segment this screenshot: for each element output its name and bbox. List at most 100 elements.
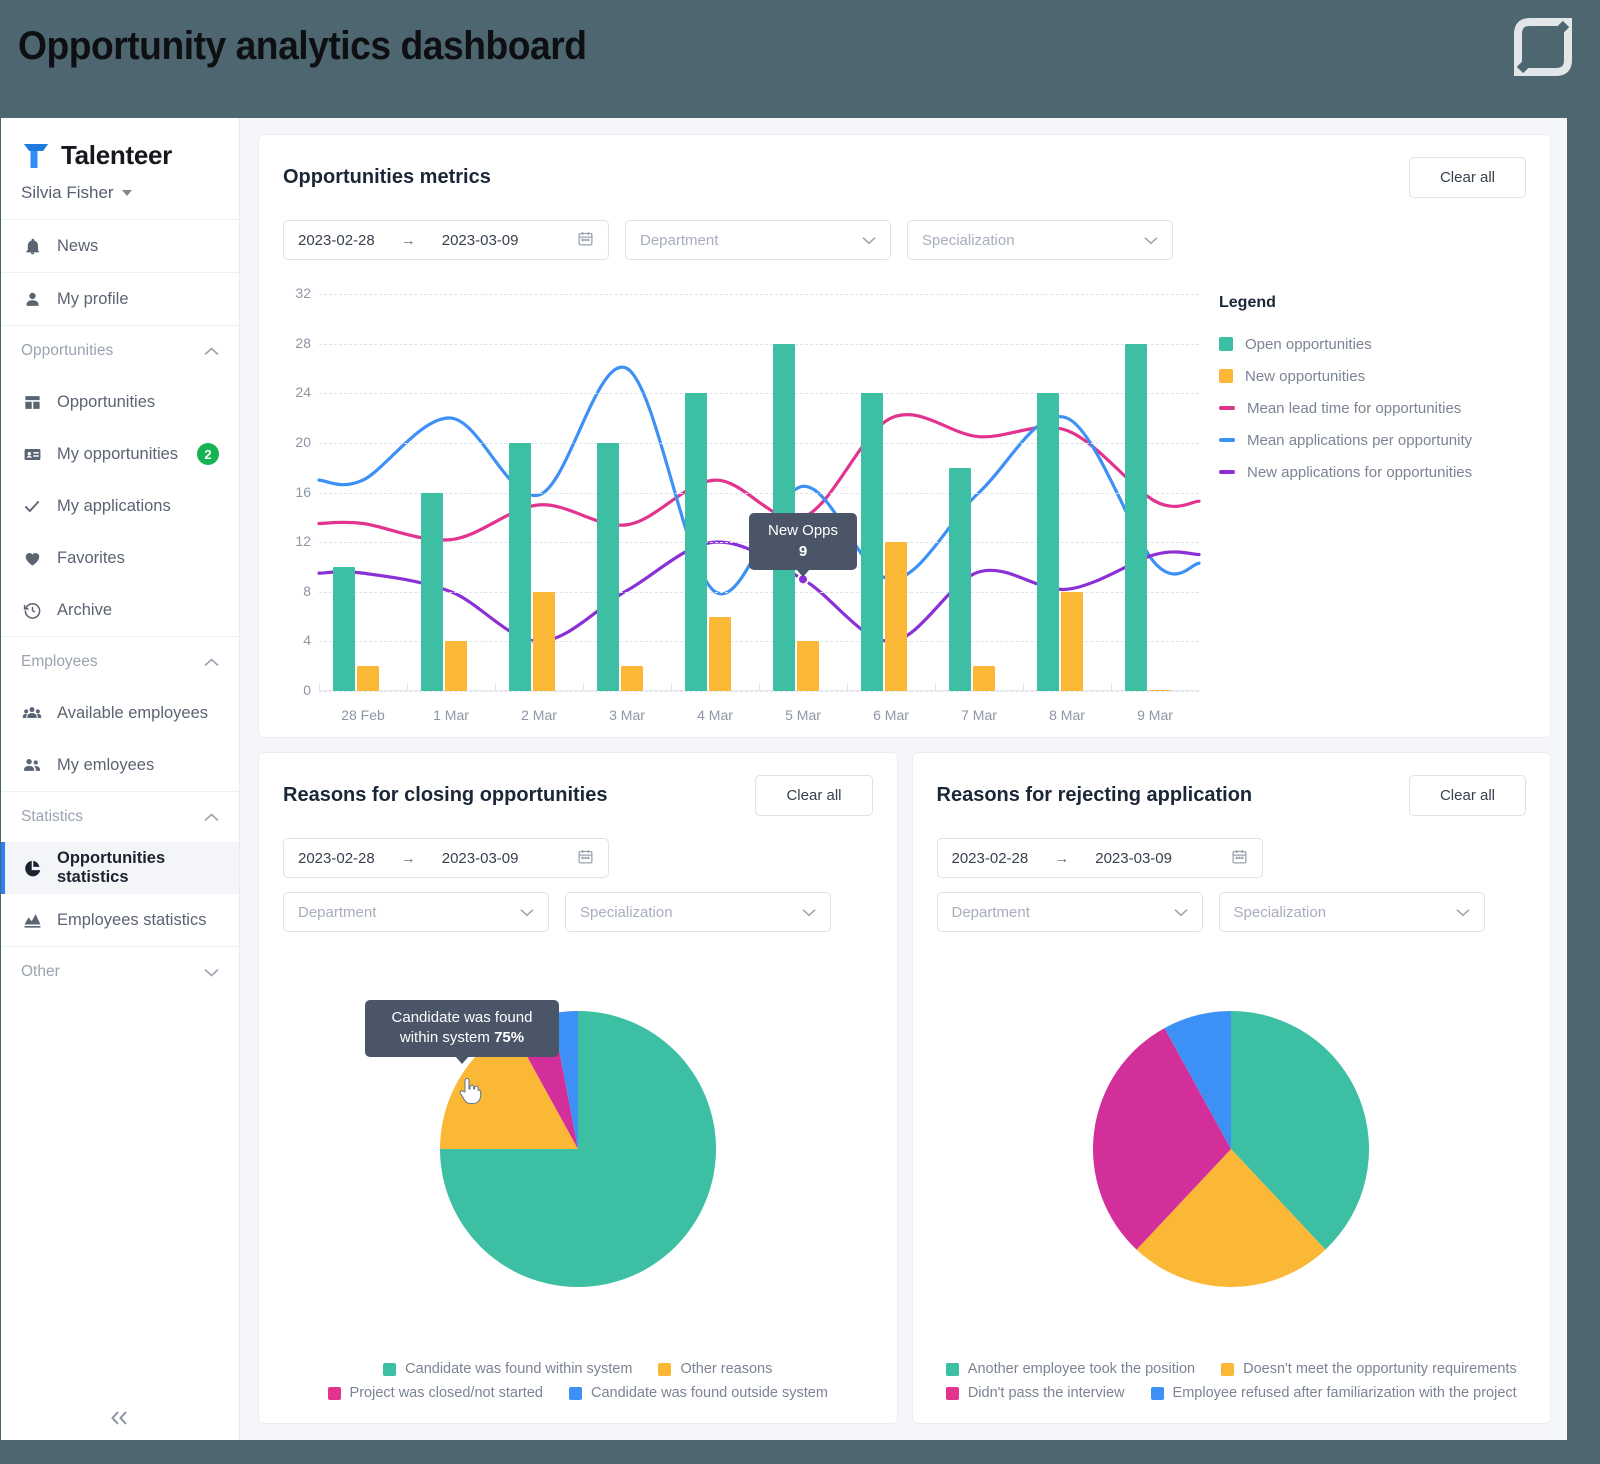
bar-new-opportunities[interactable] bbox=[1149, 690, 1171, 691]
department-select[interactable]: Department bbox=[283, 892, 549, 932]
leaf-logo-icon bbox=[1514, 18, 1572, 76]
y-axis-tick-label: 32 bbox=[295, 285, 311, 301]
date-to-value: 2023-03-09 bbox=[441, 231, 519, 249]
sidebar-item-available-employees[interactable]: Available employees bbox=[1, 687, 239, 739]
bar-open-opportunities[interactable] bbox=[949, 467, 971, 691]
specialization-select[interactable]: Specialization bbox=[1218, 892, 1485, 932]
legend-item[interactable]: Candidate was found outside system bbox=[568, 1385, 828, 1401]
sidebar-item-archive[interactable]: Archive bbox=[1, 584, 239, 636]
legend-item-mean-lead-time[interactable]: Mean lead time for opportunities bbox=[1219, 392, 1472, 424]
bar-new-opportunities[interactable] bbox=[445, 641, 467, 691]
department-select[interactable]: Department bbox=[625, 220, 891, 260]
chevron-down-icon bbox=[802, 904, 816, 921]
bar-new-opportunities[interactable] bbox=[973, 666, 995, 691]
legend-item[interactable]: Candidate was found within system bbox=[383, 1361, 632, 1377]
chart-gridline bbox=[319, 492, 1199, 494]
sidebar-item-label: Opportunities bbox=[57, 392, 156, 411]
legend-item[interactable]: Project was closed/not started bbox=[327, 1385, 543, 1401]
legend-item[interactable]: Another employee took the position bbox=[945, 1361, 1196, 1377]
x-axis-tick-label: 6 Mar bbox=[873, 707, 909, 723]
date-range-input[interactable]: 2023-02-28 → 2023-03-09 bbox=[283, 220, 609, 260]
check-icon bbox=[21, 495, 43, 517]
bar-open-opportunities[interactable] bbox=[1037, 393, 1059, 691]
sidebar-group-opportunities[interactable]: Opportunities bbox=[1, 326, 239, 376]
bar-new-opportunities[interactable] bbox=[357, 666, 379, 691]
sidebar-item-opportunities-statistics[interactable]: Opportunities statistics bbox=[1, 842, 239, 894]
sidebar-item-label: Opportunities statistics bbox=[57, 849, 166, 886]
date-range-input[interactable]: 2023-02-28 → 2023-03-09 bbox=[936, 838, 1263, 878]
clear-all-button[interactable]: Clear all bbox=[1408, 157, 1526, 198]
sidebar-collapse-button[interactable] bbox=[1, 1410, 239, 1426]
sidebar-group-statistics[interactable]: Statistics bbox=[1, 792, 239, 842]
sidebar-group-other[interactable]: Other bbox=[1, 947, 239, 997]
bar-new-opportunities[interactable] bbox=[621, 666, 643, 691]
date-from-value: 2023-02-28 bbox=[951, 849, 1029, 867]
clear-all-button[interactable]: Clear all bbox=[1408, 775, 1526, 816]
sidebar-item-my-applications[interactable]: My applications bbox=[1, 480, 239, 532]
sidebar-item-my-profile[interactable]: My profile bbox=[1, 273, 239, 326]
specialization-select[interactable]: Specialization bbox=[907, 220, 1173, 260]
legend-item-new-applications[interactable]: New applications for opportunities bbox=[1219, 456, 1472, 488]
bar-new-opportunities[interactable] bbox=[709, 616, 731, 691]
rejecting-filters: 2023-02-28 → 2023-03-09 Department Speci… bbox=[913, 816, 1551, 932]
brand[interactable]: Talenteer bbox=[21, 140, 219, 171]
date-arrow-icon: → bbox=[400, 849, 416, 867]
legend-item[interactable]: Doesn't meet the opportunity requirement… bbox=[1221, 1361, 1517, 1377]
sidebar-item-news[interactable]: News bbox=[1, 220, 239, 273]
opportunities-metrics-chart[interactable]: New Opps 9 32 28 24 20 16 12 8 4 0 28 Feb 1 Mar 2 M… bbox=[283, 276, 1201, 731]
sidebar-item-my-opportunities[interactable]: My opportunities 2 bbox=[1, 428, 239, 480]
legend-item[interactable]: Other reasons bbox=[658, 1361, 772, 1377]
specialization-select[interactable]: Specialization bbox=[565, 892, 831, 932]
y-axis-tick-label: 12 bbox=[295, 533, 311, 550]
heart-icon bbox=[21, 547, 43, 569]
x-axis-tick bbox=[583, 683, 584, 691]
legend-item-mean-applications[interactable]: Mean applications per opportunity bbox=[1219, 424, 1472, 456]
rejecting-pie-area[interactable] bbox=[913, 932, 1551, 1351]
bar-open-opportunities[interactable] bbox=[421, 492, 443, 691]
sidebar-item-label: Employees statistics bbox=[57, 910, 207, 929]
sidebar-item-employees-statistics[interactable]: Employees statistics bbox=[1, 894, 239, 946]
bar-open-opportunities[interactable] bbox=[685, 393, 707, 691]
sidebar-group-employees[interactable]: Employees bbox=[1, 637, 239, 687]
bar-open-opportunities[interactable] bbox=[597, 442, 619, 691]
x-axis-tick-label: 8 Mar bbox=[1049, 707, 1085, 723]
legend-label: Another employee took the position bbox=[967, 1361, 1196, 1377]
legend-item[interactable]: Employee refused after familiarization w… bbox=[1150, 1385, 1517, 1401]
sidebar-item-label: Archive bbox=[57, 600, 113, 619]
chevron-up-icon bbox=[204, 811, 219, 824]
bar-open-opportunities[interactable] bbox=[1125, 343, 1147, 691]
legend-item-new-opportunities[interactable]: New opportunities bbox=[1219, 360, 1472, 392]
bar-open-opportunities[interactable] bbox=[509, 442, 531, 691]
sidebar-group-label: Statistics bbox=[21, 808, 84, 825]
legend-item[interactable]: Didn't pass the interview bbox=[945, 1385, 1125, 1401]
date-range-input[interactable]: 2023-02-28 → 2023-03-09 bbox=[283, 838, 609, 878]
user-menu[interactable]: Silvia Fisher bbox=[21, 183, 219, 203]
sidebar-item-favorites[interactable]: Favorites bbox=[1, 532, 239, 584]
y-axis-tick-label: 28 bbox=[295, 334, 311, 351]
brand-name: Talenteer bbox=[61, 140, 172, 170]
bar-open-opportunities[interactable] bbox=[861, 393, 883, 691]
page-title: Opportunity analytics dashboard bbox=[18, 24, 587, 68]
card-header: Reasons for rejecting application Clear … bbox=[913, 753, 1551, 816]
department-select[interactable]: Department bbox=[936, 892, 1203, 932]
x-axis-tick bbox=[1023, 683, 1024, 691]
bar-new-opportunities[interactable] bbox=[533, 591, 555, 691]
reasons-for-rejecting-pie-chart[interactable] bbox=[1093, 1010, 1370, 1287]
chevron-down-icon bbox=[204, 966, 219, 979]
specialization-placeholder: Specialization bbox=[1233, 903, 1327, 921]
calendar-icon[interactable] bbox=[1231, 848, 1248, 869]
bar-open-opportunities[interactable] bbox=[333, 566, 355, 691]
calendar-icon[interactable] bbox=[577, 230, 594, 251]
x-axis-tick bbox=[495, 683, 496, 691]
bar-new-opportunities[interactable] bbox=[797, 641, 819, 691]
chevron-down-icon bbox=[1173, 904, 1188, 921]
sidebar-item-my-employees[interactable]: My emloyees bbox=[1, 739, 239, 791]
clear-all-button[interactable]: Clear all bbox=[755, 775, 873, 816]
legend-item-open-opportunities[interactable]: Open opportunities bbox=[1219, 328, 1472, 360]
sidebar-item-opportunities[interactable]: Opportunities bbox=[1, 376, 239, 428]
closing-pie-area[interactable]: Candidate was found within system 75% bbox=[259, 932, 897, 1351]
status-badge: 2 bbox=[197, 443, 219, 465]
calendar-icon[interactable] bbox=[577, 848, 594, 869]
bar-new-opportunities[interactable] bbox=[885, 542, 907, 691]
bar-new-opportunities[interactable] bbox=[1061, 591, 1083, 691]
